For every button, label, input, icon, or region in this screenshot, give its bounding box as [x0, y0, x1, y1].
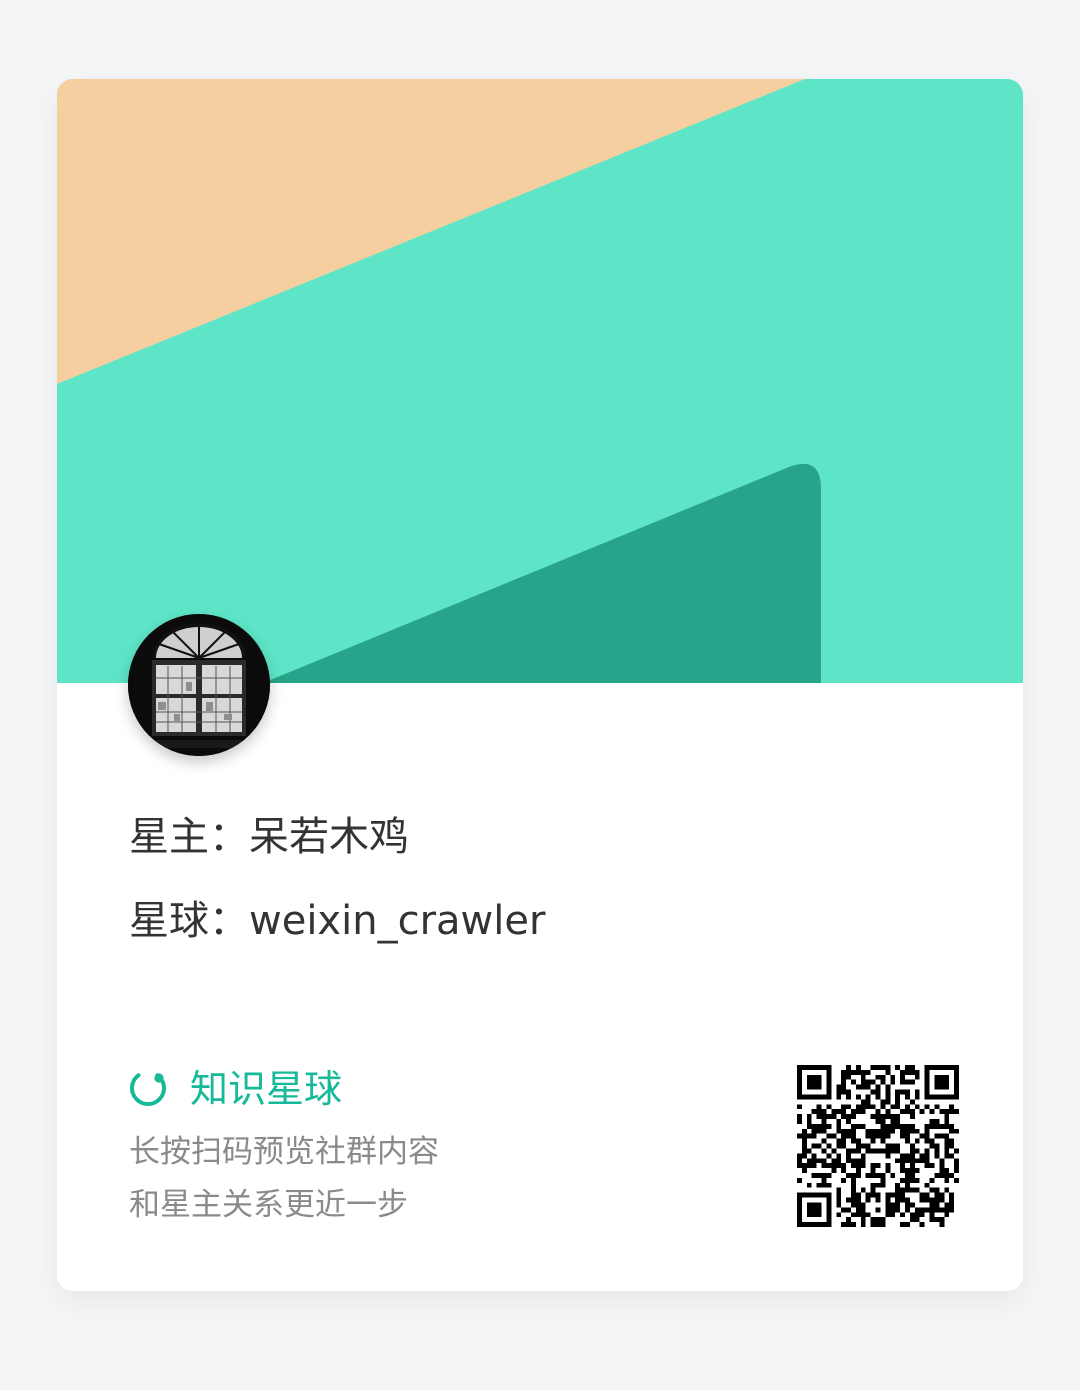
planet-invite-card: 星主：呆若木鸡 星球：weixin_crawler 知识星球 长按扫码预览社群内…: [57, 79, 1023, 1291]
planet-name: 星球：weixin_crawler: [129, 898, 546, 944]
owner-avatar: [128, 614, 270, 756]
qr-code[interactable]: [797, 1065, 959, 1227]
refresh-circle-icon: [130, 1073, 166, 1106]
scan-hint-line-2: 和星主关系更近一步: [129, 1187, 408, 1223]
scan-hint-line-1: 长按扫码预览社群内容: [129, 1134, 439, 1170]
brand-logo: 知识星球: [128, 1067, 342, 1111]
brand-name: 知识星球: [190, 1067, 343, 1111]
owner-name: 星主：呆若木鸡: [129, 814, 409, 860]
banner-graphic: [57, 79, 1023, 683]
